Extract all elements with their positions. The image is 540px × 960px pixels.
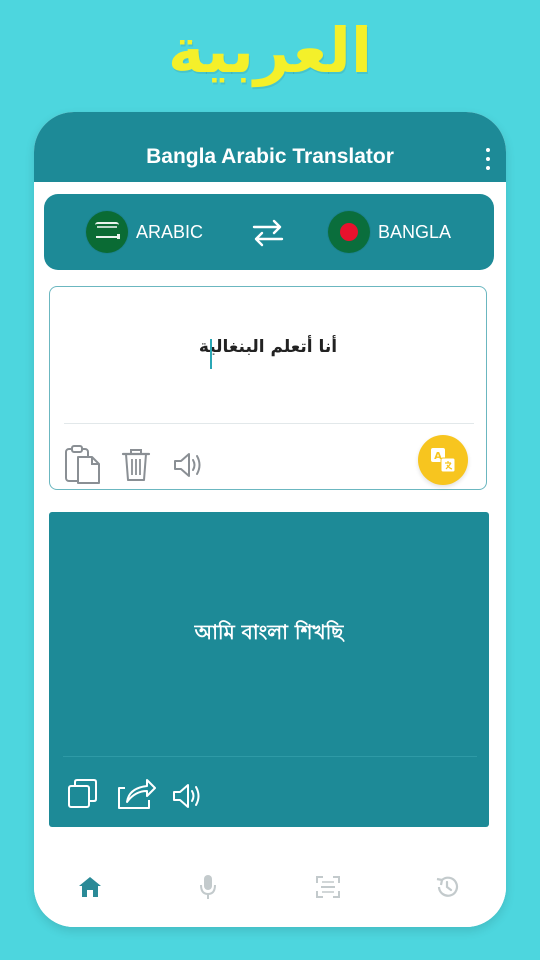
- input-divider: [64, 423, 474, 424]
- translate-icon: A: [431, 448, 456, 473]
- language-selector-bar: ARABIC BANGLA: [44, 194, 494, 270]
- copy-icon[interactable]: [67, 778, 99, 814]
- source-text-input[interactable]: أنا أتعلم البنغالية: [50, 337, 486, 357]
- bangladesh-flag-icon: [328, 211, 370, 253]
- phone-frame: Bangla Arabic Translator ARABIC BANGLA أ…: [34, 112, 506, 927]
- promo-title: العربية: [167, 13, 373, 87]
- nav-voice[interactable]: [188, 867, 228, 907]
- kebab-menu-icon[interactable]: [484, 148, 492, 170]
- nav-scan[interactable]: [308, 867, 348, 907]
- history-icon: [436, 876, 459, 897]
- translate-button[interactable]: A: [418, 435, 468, 485]
- app-title: Bangla Arabic Translator: [146, 145, 394, 168]
- input-card: أنا أتعلم البنغالية A: [49, 286, 487, 490]
- text-cursor: [210, 339, 212, 369]
- microphone-icon: [200, 875, 216, 899]
- target-language-button[interactable]: BANGLA: [328, 211, 452, 253]
- app-bar: Bangla Arabic Translator: [34, 112, 506, 182]
- translated-text: আমি বাংলা শিখছি: [194, 620, 344, 644]
- delete-icon[interactable]: [120, 447, 152, 487]
- paste-icon[interactable]: [64, 443, 102, 489]
- output-divider: [63, 756, 477, 757]
- speaker-icon[interactable]: [172, 451, 204, 483]
- output-speaker-icon[interactable]: [171, 782, 203, 814]
- source-language-button[interactable]: ARABIC: [86, 211, 204, 253]
- source-language-label: ARABIC: [136, 221, 204, 242]
- bottom-navigation: [34, 849, 506, 927]
- home-icon: [79, 877, 101, 897]
- share-icon[interactable]: [115, 774, 157, 816]
- target-language-label: BANGLA: [378, 221, 452, 242]
- swap-arrows-icon[interactable]: [250, 218, 286, 248]
- nav-home[interactable]: [70, 867, 110, 907]
- output-card: আমি বাংলা শিখছি: [49, 512, 489, 827]
- saudi-arabia-flag-icon: [86, 211, 128, 253]
- nav-history[interactable]: [427, 867, 467, 907]
- scan-icon: [316, 876, 340, 898]
